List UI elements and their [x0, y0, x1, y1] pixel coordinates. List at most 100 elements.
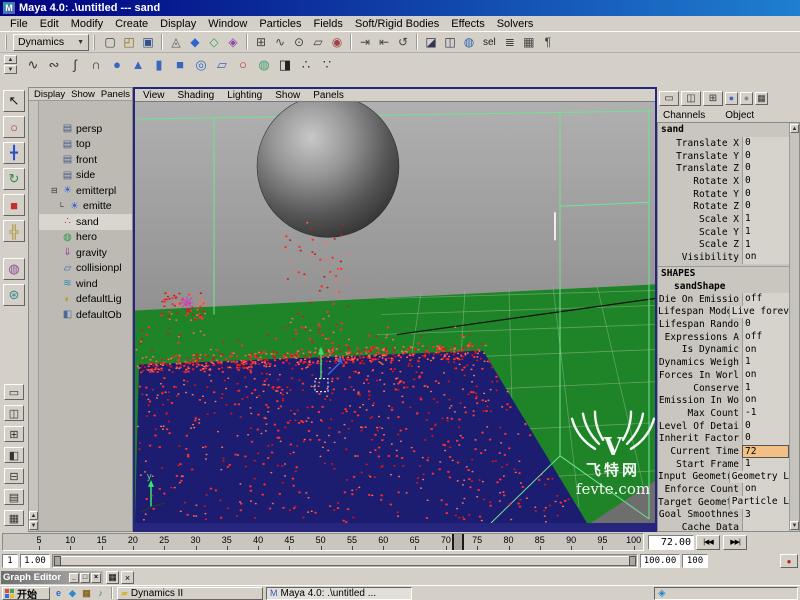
channel-value[interactable]: 3 [742, 508, 789, 522]
taskbar-task-button[interactable]: M Maya 4.0: .\untitled ... [266, 586, 412, 600]
nurbs-sphere-icon[interactable]: ● [107, 55, 127, 75]
channel-value[interactable]: 0 [742, 149, 789, 163]
restore-icon[interactable]: □ [80, 572, 90, 583]
taskbar-task-button[interactable]: ▰ Dynamics II [117, 586, 263, 600]
soft-mod-tool-icon[interactable]: ◍ [3, 258, 25, 280]
channel-value[interactable]: Geometry L [728, 470, 789, 484]
outliner-item[interactable]: ▤ persp [39, 121, 132, 137]
scroll-down-icon[interactable]: ▼ [29, 521, 38, 530]
list-view-icon[interactable]: ≣ [501, 33, 519, 51]
outliner-item[interactable]: ⇓ gravity [39, 245, 132, 261]
outliner-item[interactable]: ◧ defaultOb [39, 307, 132, 323]
open-scene-icon[interactable]: ◰ [120, 33, 138, 51]
outliner-item[interactable]: ▤ top [39, 137, 132, 153]
start-button[interactable]: 开始 [2, 586, 50, 600]
scale-tool-icon[interactable]: ■ [3, 194, 25, 216]
channel-value[interactable]: on [742, 394, 789, 408]
title-bar[interactable]: M Maya 4.0: .\untitled --- sand [0, 0, 800, 16]
panel-menu-item[interactable]: Show [69, 89, 97, 100]
channel-value[interactable]: on [742, 369, 789, 382]
paint-tool-icon[interactable]: ⊛ [3, 284, 25, 306]
panel-menu-item[interactable]: Panels [311, 90, 346, 101]
channel-value[interactable]: 1 [742, 238, 789, 252]
menu-set-selector[interactable]: Dynamics ▼ [13, 33, 89, 51]
range-handle-left[interactable] [54, 556, 61, 566]
channel-shape-node-name[interactable]: sandShape [658, 280, 789, 293]
outlook-icon[interactable]: ◆ [66, 587, 79, 600]
channel-value[interactable]: on [742, 483, 789, 496]
snap-to-plane-icon[interactable]: ▱ [309, 33, 327, 51]
scroll-up-icon[interactable]: ▲ [790, 124, 799, 133]
current-time-field[interactable]: 72.00 [648, 534, 694, 550]
channel-value[interactable]: -1 [742, 407, 789, 420]
desktop-icon[interactable]: ▦ [80, 587, 93, 600]
panel-menu-item[interactable]: Panels [99, 89, 132, 100]
separator[interactable] [416, 34, 418, 50]
layout-graph-persp-icon[interactable]: ⊟ [4, 468, 24, 484]
menu-item[interactable]: Edit [34, 18, 65, 30]
shelf-tab-down-icon[interactable]: ▼ [4, 65, 17, 74]
layout-preset-single-icon[interactable]: ▭ [659, 90, 679, 106]
select-hulls-icon[interactable]: ◈ [224, 33, 242, 51]
panel-menu-item[interactable]: Object [723, 110, 756, 121]
outliner-item[interactable]: ∴ sand [39, 214, 132, 230]
ep-curve-tool-icon[interactable]: ∾ [44, 55, 64, 75]
ie-icon[interactable]: e [52, 587, 65, 600]
close-icon[interactable]: × [91, 572, 101, 583]
range-end-field[interactable]: 100 [682, 554, 708, 568]
outliner-item[interactable]: ▱ collisionpl [39, 261, 132, 277]
panel-menu-icon[interactable]: ▦ [106, 571, 119, 584]
channel-value[interactable]: 1 [742, 457, 789, 471]
channel-value[interactable]: 0 [742, 419, 789, 433]
outliner-item[interactable]: ◐ defaultLig [39, 292, 132, 308]
collision-sphere[interactable] [256, 102, 400, 238]
layout-outliner-persp-icon[interactable]: ◧ [4, 447, 24, 463]
time-slider-track[interactable]: 5 10 15 20 25 30 35 40 45 50 55 60 65 70 75 80 85 90 95 100 [2, 533, 644, 551]
channel-value[interactable]: off [742, 330, 789, 344]
channel-value[interactable]: 0 [742, 137, 789, 150]
select-tool-icon[interactable]: ↖ [3, 90, 25, 112]
outliner-item[interactable]: ≋ wind [39, 276, 132, 292]
new-scene-icon[interactable]: ▢ [101, 33, 119, 51]
channel-value[interactable]: 1 [742, 213, 789, 226]
channel-box-scrollbar[interactable]: ▲ ▼ [789, 123, 799, 531]
outliner-item[interactable]: └ ☀ emitte [39, 199, 132, 215]
step-back-button[interactable]: |◀◀ [696, 534, 720, 550]
channel-value[interactable]: on [742, 343, 789, 357]
media-player-icon[interactable]: ♪ [94, 587, 107, 600]
menu-item[interactable]: Window [202, 18, 253, 30]
select-hierarchy-icon[interactable]: ◬ [167, 33, 185, 51]
separator[interactable] [161, 34, 163, 50]
panel-menu-item[interactable]: Display [32, 89, 67, 100]
range-start-field[interactable]: 1 [2, 554, 18, 568]
layout-two-pane-icon[interactable]: ◫ [4, 405, 24, 421]
channel-value[interactable]: 1 [742, 356, 789, 369]
save-scene-icon[interactable]: ▣ [139, 33, 157, 51]
make-live-icon[interactable]: ◉ [328, 33, 346, 51]
panel-menu-item[interactable]: View [141, 90, 167, 101]
render-frame-icon[interactable]: ◪ [422, 33, 440, 51]
manipulator-tool-icon[interactable]: ╬ [3, 220, 25, 242]
channel-value[interactable]: 72 [742, 445, 789, 458]
nurbs-torus-icon[interactable]: ◎ [191, 55, 211, 75]
tree-expander[interactable]: ⊟ [51, 186, 61, 195]
range-slider-thumb[interactable] [54, 556, 636, 566]
scroll-up-icon[interactable]: ▲ [29, 511, 38, 520]
layout-multi-pane-icon[interactable]: ▦ [4, 510, 24, 526]
range-slider-track[interactable] [52, 554, 638, 568]
output-connections-icon[interactable]: ⇤ [375, 33, 393, 51]
channel-value[interactable]: Live forev [728, 305, 789, 319]
grid-view-icon[interactable]: ▦ [520, 33, 538, 51]
select-objects-icon[interactable]: ◆ [186, 33, 204, 51]
scroll-down-icon[interactable]: ▼ [790, 521, 799, 530]
outliner-item[interactable]: ◍ hero [39, 230, 132, 246]
nurbs-cube-icon[interactable]: ■ [170, 55, 190, 75]
menu-item[interactable]: Effects [445, 18, 490, 30]
channel-value[interactable] [742, 521, 789, 531]
layout-preset-quad-icon[interactable]: ⊞ [703, 90, 723, 106]
camera-icon[interactable]: ◨ [275, 55, 295, 75]
channel-value[interactable]: on [742, 251, 789, 264]
layout-single-pane-icon[interactable]: ▭ [4, 384, 24, 400]
layout-preset-split-icon[interactable]: ◫ [681, 90, 701, 106]
input-connections-icon[interactable]: ⇥ [356, 33, 374, 51]
